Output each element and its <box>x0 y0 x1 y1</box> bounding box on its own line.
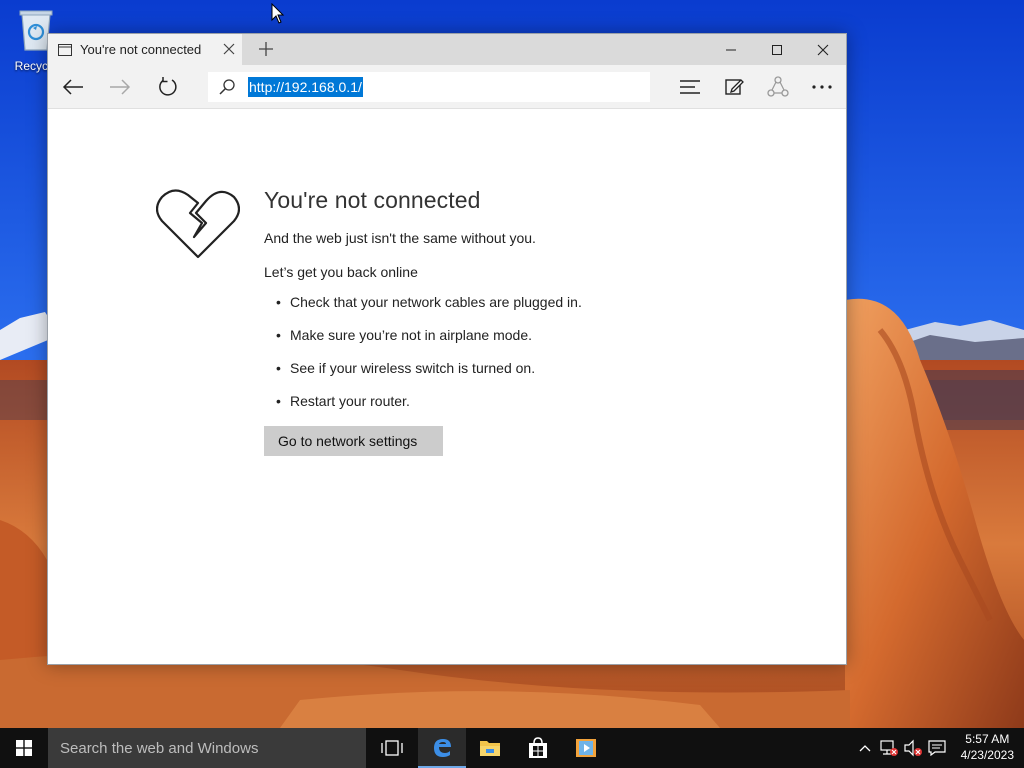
edge-icon <box>434 739 451 757</box>
forward-arrow-icon <box>110 79 131 95</box>
minimize-button[interactable] <box>708 34 754 65</box>
media-app-icon <box>576 739 596 757</box>
back-button[interactable] <box>57 73 89 101</box>
mouse-cursor-icon <box>271 3 285 24</box>
troubleshooting-list: Check that your network cables are plugg… <box>276 294 582 409</box>
tab-close-icon[interactable] <box>222 42 236 56</box>
navigation-bar: http://192.168.0.1/ <box>48 65 846 109</box>
store-icon <box>529 737 547 758</box>
taskbar-clock[interactable]: 5:57 AM 4/23/2023 <box>961 731 1014 763</box>
title-bar[interactable]: You're not connected <box>48 34 846 65</box>
error-subtitle: And the web just isn't the same without … <box>264 230 536 246</box>
task-view-button[interactable] <box>368 728 416 768</box>
search-icon <box>219 79 235 95</box>
more-icon <box>812 85 832 89</box>
web-note-icon <box>725 79 744 95</box>
search-placeholder: Search the web and Windows <box>60 739 259 757</box>
taskbar-media-app-button[interactable] <box>562 728 610 768</box>
taskbar-store-button[interactable] <box>514 728 562 768</box>
windows-logo-icon <box>16 740 32 756</box>
error-lead: Let’s get you back online <box>264 264 418 280</box>
start-button[interactable] <box>0 728 48 768</box>
network-settings-button[interactable]: Go to network settings <box>264 426 443 456</box>
list-item: Restart your router. <box>276 393 582 409</box>
action-center-icon <box>928 740 946 756</box>
taskbar-edge-button[interactable] <box>418 728 466 768</box>
task-view-icon <box>381 740 403 756</box>
action-center-button[interactable] <box>926 728 948 768</box>
address-bar[interactable]: http://192.168.0.1/ <box>208 72 650 102</box>
close-window-button[interactable] <box>800 34 846 65</box>
web-note-button[interactable] <box>718 73 750 101</box>
hub-icon <box>680 80 700 94</box>
hub-button[interactable] <box>674 73 706 101</box>
browser-tab[interactable]: You're not connected <box>48 34 242 65</box>
file-explorer-icon <box>480 741 500 756</box>
volume-button[interactable] <box>902 728 924 768</box>
error-page: You're not connected And the web just is… <box>48 109 846 664</box>
volume-muted-icon <box>904 739 922 757</box>
network-status-button[interactable] <box>878 728 900 768</box>
address-url-text[interactable]: http://192.168.0.1/ <box>248 77 363 97</box>
tray-overflow-button[interactable] <box>856 728 874 768</box>
new-tab-plus-icon[interactable] <box>258 41 274 57</box>
network-icon <box>880 740 898 756</box>
minimize-icon <box>726 49 736 50</box>
close-icon <box>817 44 829 55</box>
list-item: Check that your network cables are plugg… <box>276 294 582 310</box>
taskbar-file-explorer-button[interactable] <box>466 728 514 768</box>
refresh-button[interactable] <box>152 73 184 101</box>
broken-heart-icon <box>156 189 240 259</box>
page-icon <box>58 43 72 56</box>
share-icon <box>767 76 789 97</box>
taskbar-search-box[interactable]: Search the web and Windows <box>48 728 366 768</box>
clock-time: 5:57 AM <box>965 732 1010 746</box>
edge-browser-window: You're not connected http://192.168.0.1/… <box>47 33 847 665</box>
error-message-block: You're not connected And the web just is… <box>264 187 582 456</box>
more-button[interactable] <box>806 73 838 101</box>
refresh-icon <box>159 77 177 96</box>
list-item: See if your wireless switch is turned on… <box>276 360 582 376</box>
taskbar: Search the web and Windows 5:57 AM 4/23/… <box>0 728 1024 768</box>
tab-title: You're not connected <box>80 42 202 57</box>
error-heading: You're not connected <box>264 187 481 213</box>
maximize-icon <box>772 44 782 55</box>
list-item: Make sure you’re not in airplane mode. <box>276 327 582 343</box>
clock-date: 4/23/2023 <box>960 748 1014 762</box>
share-button[interactable] <box>762 73 794 101</box>
maximize-button[interactable] <box>754 34 800 65</box>
chevron-up-icon <box>859 745 871 752</box>
back-arrow-icon <box>62 79 83 95</box>
forward-button[interactable] <box>104 73 136 101</box>
